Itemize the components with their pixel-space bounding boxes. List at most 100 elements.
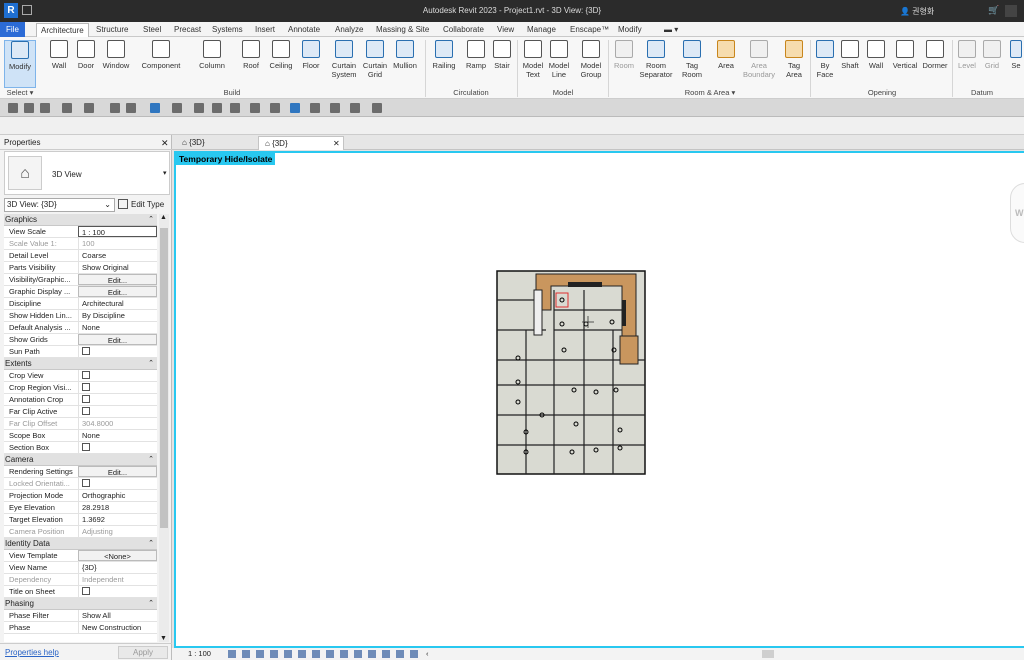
viewcube[interactable]: W	[1010, 183, 1024, 243]
property-group-identity-data[interactable]: Identity Data ⌃	[4, 538, 157, 550]
property-group-graphics[interactable]: Graphics ⌃	[4, 214, 157, 226]
sun-path-icon[interactable]	[256, 650, 264, 658]
property-value[interactable]: 28.2918	[78, 502, 157, 513]
tab-annotate[interactable]: Annotate	[284, 23, 324, 37]
checkbox[interactable]	[82, 371, 90, 379]
area-boundary-button[interactable]: Area Boundary	[740, 40, 778, 88]
edit-type-button[interactable]: Edit Type	[118, 198, 168, 212]
model-line-button[interactable]: Model Line	[546, 40, 572, 88]
3d-view-icon[interactable]	[250, 103, 260, 113]
collapse-icon[interactable]: ⌃	[148, 598, 154, 609]
type-selector[interactable]: ⌂ 3D View ▾	[4, 151, 170, 195]
worksharing-icon[interactable]	[368, 650, 376, 658]
property-value[interactable]: Show Original	[78, 262, 157, 273]
property-value[interactable]: 304.8000	[78, 418, 157, 429]
dormer-button[interactable]: Dormer	[920, 40, 950, 88]
constraints-icon[interactable]	[396, 650, 404, 658]
property-value[interactable]: New Construction	[78, 622, 157, 633]
open-icon[interactable]	[8, 103, 18, 113]
railing-button[interactable]: Railing	[430, 40, 458, 88]
tab-structure[interactable]: Structure	[92, 23, 132, 37]
ceiling-button[interactable]: Ceiling	[266, 40, 296, 88]
vertical-opening-button[interactable]: Vertical	[890, 40, 920, 88]
property-value[interactable]: Coarse	[78, 250, 157, 261]
property-value[interactable]: Edit...	[78, 286, 157, 297]
tag-icon[interactable]	[194, 103, 204, 113]
checkbox[interactable]	[82, 395, 90, 403]
property-value[interactable]: Adjusting	[78, 526, 157, 537]
property-checkbox[interactable]	[78, 382, 157, 393]
tab-massing-site[interactable]: Massing & Site	[372, 23, 433, 37]
view-tab-3d-inactive[interactable]: ⌂ {3D}	[176, 136, 262, 150]
switch-windows-icon[interactable]	[310, 103, 320, 113]
property-value[interactable]: None	[78, 322, 157, 333]
shaft-button[interactable]: Shaft	[838, 40, 862, 88]
save-icon[interactable]	[24, 103, 34, 113]
checkbox[interactable]	[82, 407, 90, 415]
modify-button[interactable]: Modify	[4, 40, 36, 88]
property-value[interactable]: Show All	[78, 610, 157, 621]
tab-collaborate[interactable]: Collaborate	[439, 23, 488, 37]
drawing-canvas[interactable]: Temporary Hide/Isolate W	[174, 151, 1024, 648]
property-group-phasing[interactable]: Phasing ⌃	[4, 598, 157, 610]
collapse-arrow-icon[interactable]: ‹	[426, 648, 429, 660]
text-icon[interactable]	[212, 103, 222, 113]
lock-view-icon[interactable]	[326, 650, 334, 658]
component-button[interactable]: Component	[136, 40, 186, 88]
room-separator-button[interactable]: Room Separator	[638, 40, 674, 88]
roof-button[interactable]: Roof	[238, 40, 264, 88]
stair-button[interactable]: Stair	[490, 40, 514, 88]
set-button[interactable]: Se	[1008, 40, 1024, 88]
checkbox[interactable]	[82, 587, 90, 595]
floor-button[interactable]: Floor	[298, 40, 324, 88]
horizontal-scroll-thumb[interactable]	[762, 650, 774, 658]
measure-icon[interactable]	[126, 103, 136, 113]
checkbox[interactable]	[82, 347, 90, 355]
property-checkbox[interactable]	[78, 394, 157, 405]
property-value[interactable]: Orthographic	[78, 490, 157, 501]
dimension-icon[interactable]	[172, 103, 182, 113]
window-control-icon[interactable]	[1005, 5, 1017, 17]
tag-room-button[interactable]: Tag Room	[678, 40, 706, 88]
column-button[interactable]: Column	[194, 40, 230, 88]
tag-area-button[interactable]: Tag Area	[780, 40, 808, 88]
mullion-button[interactable]: Mullion	[390, 40, 420, 88]
crop-visibility-icon[interactable]	[312, 650, 320, 658]
property-value[interactable]: 100	[78, 238, 157, 249]
property-checkbox[interactable]	[78, 346, 157, 357]
curtain-system-button[interactable]: Curtain System	[328, 40, 360, 88]
crop-icon[interactable]	[298, 650, 306, 658]
tab-modify[interactable]: Modify	[614, 23, 646, 37]
properties-scrollbar[interactable]: ▲ ▼	[159, 214, 169, 642]
reveal-hidden-icon[interactable]	[354, 650, 362, 658]
collapse-icon[interactable]: ⌃	[148, 214, 154, 225]
tab-manage[interactable]: Manage	[523, 23, 560, 37]
curtain-grid-button[interactable]: Curtain Grid	[360, 40, 390, 88]
shadows-icon[interactable]	[270, 650, 278, 658]
property-group-extents[interactable]: Extents ⌃	[4, 358, 157, 370]
tab-precast[interactable]: Precast	[170, 23, 205, 37]
room-button[interactable]: Room	[610, 40, 638, 88]
scroll-thumb[interactable]	[160, 228, 168, 528]
wall-opening-button[interactable]: Wall	[864, 40, 888, 88]
apply-button[interactable]: Apply	[118, 646, 168, 659]
property-value[interactable]: None	[78, 430, 157, 441]
door-button[interactable]: Door	[74, 40, 98, 88]
property-checkbox[interactable]	[78, 370, 157, 381]
area-button[interactable]: Area	[712, 40, 740, 88]
close-icon[interactable]: ✕	[161, 138, 169, 149]
model-group-button[interactable]: Model Group	[576, 40, 606, 88]
ramp-button[interactable]: Ramp	[462, 40, 490, 88]
floor-plan-model[interactable]	[496, 270, 646, 475]
property-value[interactable]: 1 : 100	[78, 226, 157, 237]
section-icon[interactable]	[270, 103, 280, 113]
tab-systems[interactable]: Systems	[208, 23, 247, 37]
property-group-camera[interactable]: Camera ⌃	[4, 454, 157, 466]
thin-lines-icon[interactable]	[150, 103, 160, 113]
collapse-icon[interactable]: ⌃	[148, 358, 154, 369]
sync-icon[interactable]	[40, 103, 50, 113]
tab-architecture[interactable]: Architecture	[36, 23, 89, 38]
property-value[interactable]: Edit...	[78, 274, 157, 285]
property-value[interactable]: {3D}	[78, 562, 157, 573]
opening-by-face-button[interactable]: By Face	[812, 40, 838, 88]
